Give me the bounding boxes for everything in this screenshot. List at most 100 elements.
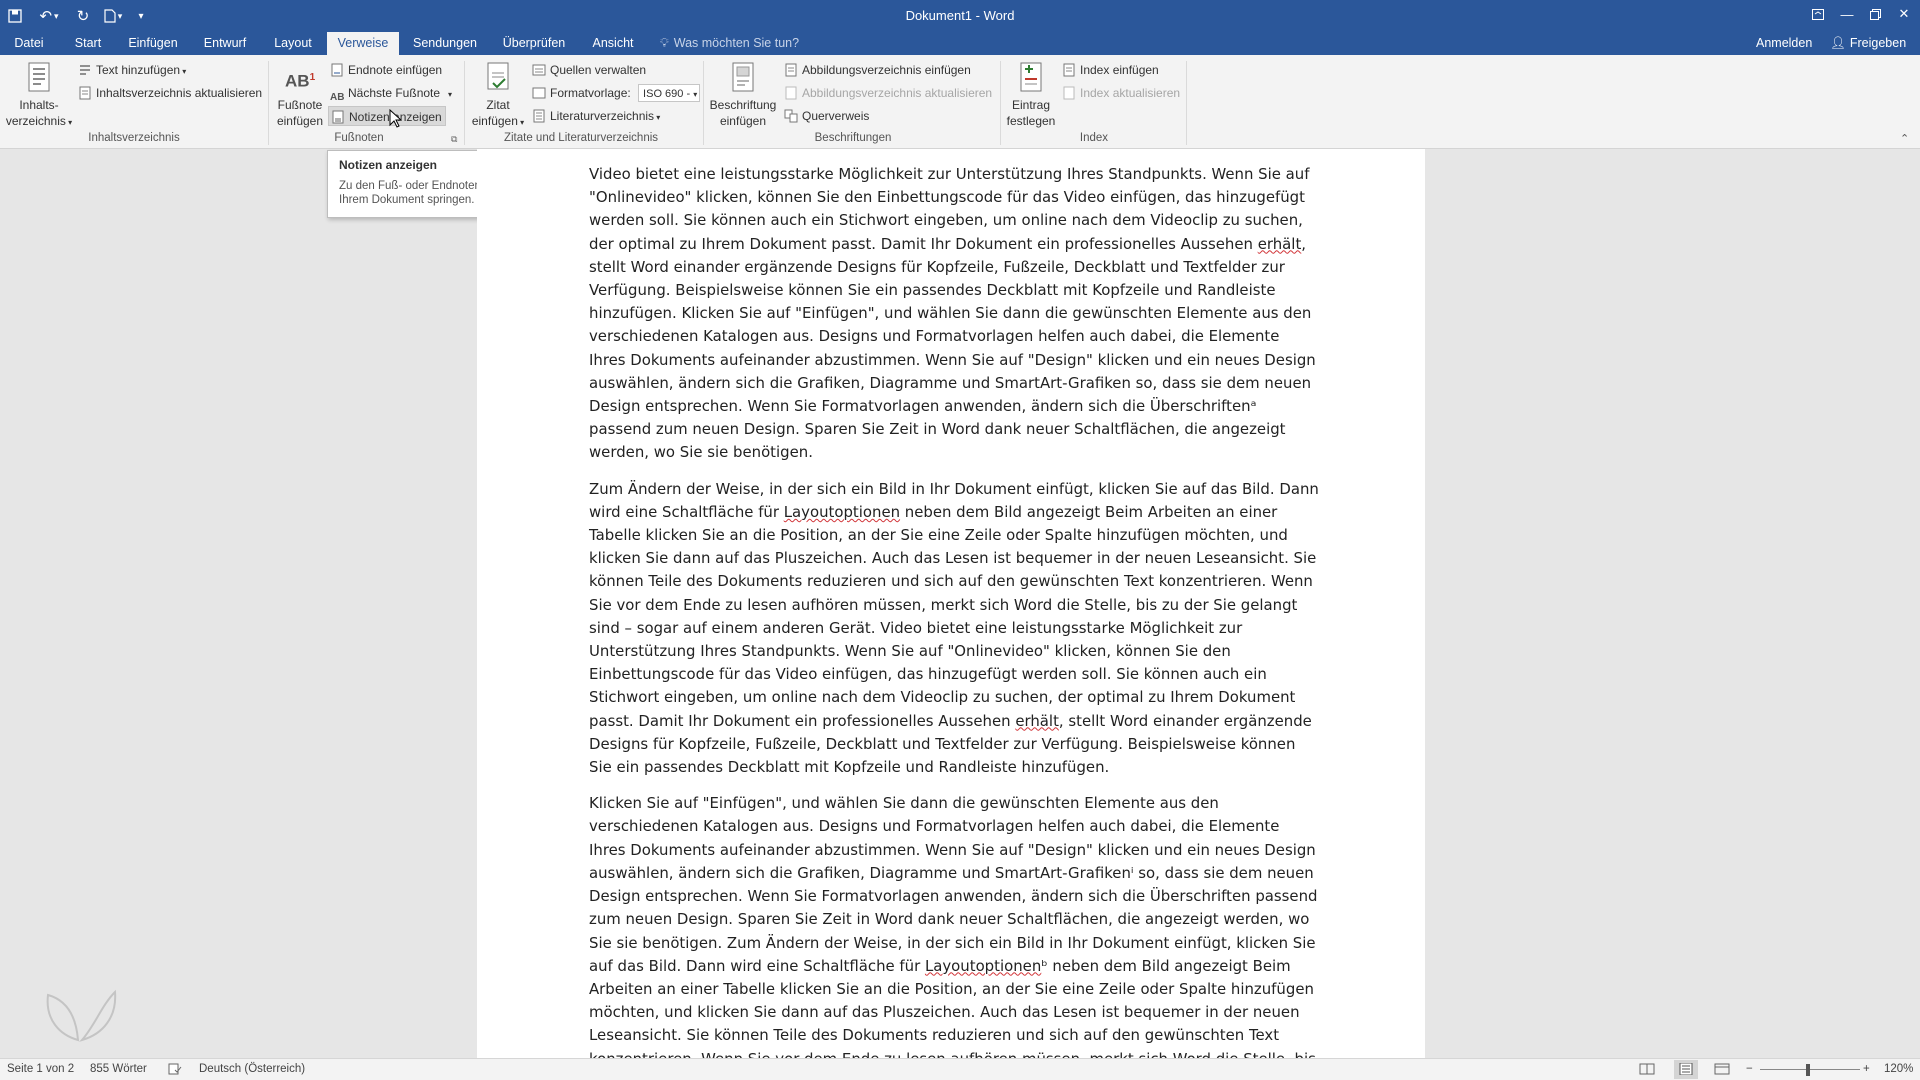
footnote-label-1: Fußnote	[277, 98, 323, 112]
insert-tof-label: Abbildungsverzeichnis einfügen	[802, 63, 971, 77]
update-tof-label: Abbildungsverzeichnis aktualisieren	[802, 86, 993, 100]
group-label-footnotes: Fußnoten	[334, 132, 384, 144]
add-text-icon	[78, 63, 92, 77]
ribbon: Inhalts- verzeichnis ▾ Text hinzufügen ▾…	[0, 55, 1920, 149]
toc-button[interactable]: Inhalts- verzeichnis ▾	[4, 61, 74, 131]
mark-entry-label-1: Eintrag	[1011, 98, 1051, 112]
add-text-button[interactable]: Text hinzufügen ▾	[76, 60, 186, 80]
update-toc-icon	[78, 86, 92, 100]
zoom-in-button[interactable]: +	[1863, 1063, 1870, 1075]
print-layout-icon[interactable]	[1674, 1060, 1698, 1079]
caption-label-2: einfügen	[719, 114, 767, 128]
text-run: Klicken Sie auf "Einfügen", und wählen S…	[589, 794, 1318, 975]
tell-me-box[interactable]: 💡︎ Was möchten Sie tun?	[660, 32, 799, 55]
minimize-icon[interactable]: —	[1832, 0, 1862, 28]
update-index-icon	[1062, 86, 1076, 100]
word-count[interactable]: 855 Wörter	[90, 1063, 147, 1075]
document-body[interactable]: Video bietet eine leistungsstarke Möglic…	[589, 163, 1319, 1080]
tab-einfuegen[interactable]: Einfügen	[122, 32, 184, 55]
close-icon[interactable]: ✕	[1889, 0, 1919, 28]
lightbulb-icon: 💡︎	[660, 36, 669, 50]
person-icon: 👤︎	[1830, 36, 1846, 50]
restore-icon[interactable]	[1860, 0, 1890, 28]
tab-ueberpruefen[interactable]: Überprüfen	[496, 32, 572, 55]
web-layout-icon[interactable]	[1714, 1063, 1730, 1078]
tab-verweise[interactable]: Verweise	[327, 32, 399, 55]
group-label-citations: Zitate und Literaturverzeichnis	[503, 132, 659, 144]
tab-entwurf[interactable]: Entwurf	[198, 32, 252, 55]
group-separator	[703, 61, 704, 145]
insert-caption-button[interactable]: Beschriftung einfügen	[707, 61, 779, 129]
butterfly-logo-icon	[46, 989, 117, 1042]
language[interactable]: Deutsch (Österreich)	[199, 1063, 305, 1075]
group-label-toc: Inhaltsverzeichnis	[88, 132, 180, 144]
citation-style-select[interactable]: ISO 690 - ▾	[638, 84, 701, 102]
citation-label-1: Zitat	[486, 98, 510, 112]
manage-sources-button[interactable]: Quellen verwalten	[530, 60, 646, 80]
zoom-level[interactable]: 120%	[1884, 1063, 1913, 1075]
footnote-dialog-launcher-icon[interactable]: ⧉	[451, 134, 457, 145]
tab-start[interactable]: Start	[66, 32, 110, 55]
insert-footnote-button[interactable]: AB1 Fußnote einfügen	[272, 61, 328, 129]
insert-citation-button[interactable]: Zitat einfügen ▾	[468, 61, 528, 131]
next-footnote-button[interactable]: AB Nächste Fußnote ▾	[328, 83, 452, 103]
zoom-out-button[interactable]: −	[1746, 1063, 1753, 1075]
window-title: Dokument1 - Word	[905, 8, 1015, 23]
show-notes-button[interactable]: Notizen anzeigen	[328, 106, 446, 126]
insert-endnote-button[interactable]: Endnote einfügen	[328, 60, 442, 80]
citation-style-control: Formatvorlage: ISO 690 - ▾	[530, 83, 701, 103]
page-count[interactable]: Seite 1 von 2	[7, 1063, 74, 1075]
zoom-slider-track[interactable]	[1760, 1069, 1860, 1070]
group-label-index: Index	[1079, 132, 1109, 144]
insert-index-icon	[1062, 63, 1076, 77]
footnote-icon: AB1	[285, 61, 315, 95]
share-button[interactable]: 👤︎ Freigeben	[1830, 32, 1906, 55]
zoom-slider-thumb[interactable]	[1806, 1064, 1810, 1076]
sign-in-link[interactable]: Anmelden	[1756, 32, 1812, 55]
proofing-icon[interactable]	[168, 1063, 182, 1078]
read-mode-icon[interactable]	[1639, 1063, 1655, 1078]
citation-label-2: einfügen	[471, 114, 518, 128]
footnote-label-2: einfügen	[276, 114, 324, 128]
toc-label-2: verzeichnis	[5, 114, 66, 128]
endnote-label: Endnote einfügen	[348, 63, 443, 77]
caption-icon	[732, 62, 754, 92]
tab-ansicht[interactable]: Ansicht	[586, 32, 640, 55]
tab-layout[interactable]: Layout	[266, 32, 320, 55]
spelling-error: erhält	[1257, 234, 1302, 253]
mark-entry-button[interactable]: Eintrag festlegen	[1004, 61, 1058, 129]
tab-sendungen[interactable]: Sendungen	[408, 32, 482, 55]
update-index-button[interactable]: Index aktualisieren	[1060, 83, 1180, 103]
ribbon-tabs: Datei Start Einfügen Entwurf Layout Verw…	[0, 32, 1920, 55]
citation-icon	[487, 62, 509, 90]
update-tof-icon	[784, 86, 798, 100]
bibliography-label: Literaturverzeichnis	[550, 109, 655, 123]
manage-sources-label: Quellen verwalten	[550, 63, 647, 77]
cross-reference-button[interactable]: Querverweis	[782, 106, 869, 126]
bibliography-button[interactable]: Literaturverzeichnis ▾	[530, 106, 660, 126]
citation-style-value: ISO 690 -	[643, 88, 691, 100]
paragraph: Video bietet eine leistungsstarke Möglic…	[589, 163, 1319, 465]
group-label-captions: Beschriftungen	[814, 132, 892, 144]
mouse-pointer-icon	[389, 109, 401, 128]
insert-tof-button[interactable]: Abbildungsverzeichnis einfügen	[782, 60, 971, 80]
insert-tof-icon	[784, 63, 798, 77]
group-separator	[268, 61, 269, 145]
add-text-label: Text hinzufügen	[96, 63, 181, 77]
endnote-icon	[330, 63, 344, 77]
update-toc-button[interactable]: Inhaltsverzeichnis aktualisieren	[76, 83, 262, 103]
mark-entry-label-2: festlegen	[1006, 114, 1056, 128]
ribbon-display-icon[interactable]	[1803, 0, 1833, 28]
group-separator	[464, 61, 465, 145]
update-tof-button[interactable]: Abbildungsverzeichnis aktualisieren	[782, 83, 992, 103]
tab-datei[interactable]: Datei	[0, 32, 58, 55]
toc-icon	[28, 62, 50, 92]
cross-reference-icon	[784, 109, 798, 123]
insert-index-button[interactable]: Index einfügen	[1060, 60, 1159, 80]
collapse-ribbon-icon[interactable]: ⌃	[1900, 132, 1909, 145]
style-icon	[532, 86, 546, 100]
footnote-icon-sup: 1	[309, 72, 316, 83]
title-bar: ↶ ▾ ↻ ▾ ▾ Dokument1 - Word — ✕	[0, 0, 1920, 32]
cross-reference-label: Querverweis	[802, 109, 870, 123]
next-footnote-icon: AB	[330, 92, 345, 103]
